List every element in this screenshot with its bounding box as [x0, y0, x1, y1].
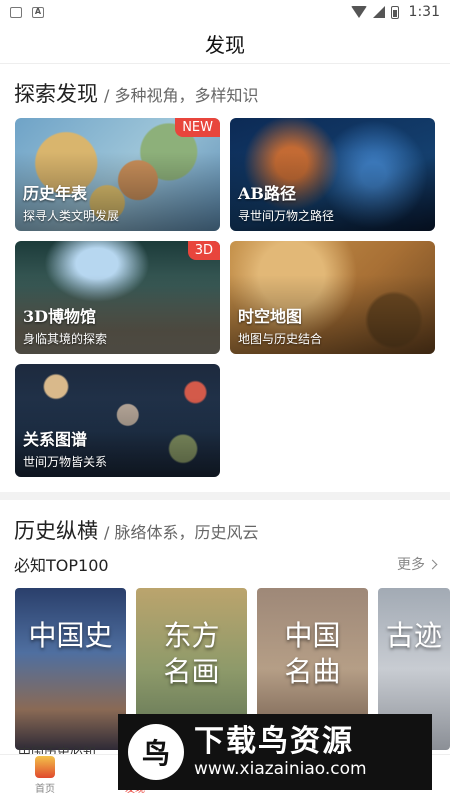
chevron-right-icon	[427, 559, 438, 569]
book-title-line: 名曲	[284, 655, 341, 688]
watermark-banner: 鸟 下载鸟资源 www.xiazainiao.com	[118, 714, 432, 790]
section-divider	[0, 492, 450, 500]
book-title: 古迹	[378, 618, 450, 654]
card-title: 时空地图	[238, 307, 303, 326]
home-icon	[35, 756, 55, 778]
card-3d-museum[interactable]: 3D 3D博物馆 身临其境的探索	[15, 241, 220, 354]
top100-row: 必知TOP100 更多	[14, 552, 438, 576]
history-section-title: 历史纵横 / 脉络体系，历史风云	[14, 515, 258, 545]
card-subtitle: 地图与历史结合	[238, 332, 323, 346]
watermark-url: www.xiazainiao.com	[194, 759, 367, 779]
battery-icon	[390, 5, 399, 19]
more-label: 更多	[397, 557, 425, 573]
card-subtitle: 探寻人类文明发展	[23, 209, 120, 223]
card-relation-graph[interactable]: 关系图谱 世间万物皆关系	[15, 364, 220, 477]
book-title-line: 古迹	[385, 619, 442, 652]
card-title: AB路径	[238, 184, 296, 203]
top100-label: 必知TOP100	[14, 556, 109, 575]
card-title: 历史年表	[23, 184, 88, 203]
card-subtitle: 身临其境的探索	[23, 332, 108, 346]
book-title-line: 中国史	[28, 619, 113, 652]
clock: 1:31	[408, 4, 440, 20]
card-title: 关系图谱	[23, 430, 88, 449]
image-icon	[10, 6, 22, 18]
book-title-line: 中国	[284, 619, 341, 652]
book-title: 中国 名曲	[257, 618, 368, 690]
card-subtitle: 寻世间万物之路径	[238, 209, 335, 223]
card-history-timeline[interactable]: NEW 历史年表 探寻人类文明发展	[15, 118, 220, 231]
tab-home[interactable]: 首页	[0, 755, 90, 800]
tab-label: 首页	[35, 784, 55, 795]
card-title: 3D博物馆	[23, 307, 97, 326]
book-title-line: 东方	[163, 619, 220, 652]
explore-subtitle: / 多种视角，多样知识	[104, 86, 259, 105]
3d-badge: 3D	[187, 241, 220, 260]
book-title-line: 名画	[163, 655, 220, 688]
card-subtitle: 世间万物皆关系	[23, 455, 108, 469]
watermark-title: 下载鸟资源	[194, 724, 354, 759]
new-badge: NEW	[175, 118, 220, 137]
explore-title: 探索发现	[14, 82, 98, 106]
book-title: 东方 名画	[136, 618, 247, 690]
page-header: 发现	[0, 24, 450, 64]
wifi-icon	[350, 6, 367, 18]
more-link[interactable]: 更多	[397, 554, 438, 574]
book-card-china-history[interactable]: 中国史	[15, 588, 126, 750]
history-subtitle: / 脉络体系，历史风云	[104, 523, 259, 542]
text-a-icon: A	[32, 6, 44, 18]
explore-section-title: 探索发现 / 多种视角，多样知识	[14, 78, 258, 108]
status-bar: A 1:31	[0, 0, 450, 24]
history-title: 历史纵横	[14, 519, 98, 543]
signal-icon	[372, 6, 385, 18]
book-title: 中国史	[15, 618, 126, 654]
bird-logo-icon: 鸟	[128, 724, 184, 780]
card-ab-path[interactable]: AB路径 寻世间万物之路径	[230, 118, 435, 231]
page-title: 发现	[205, 33, 245, 57]
card-spacetime-map[interactable]: 时空地图 地图与历史结合	[230, 241, 435, 354]
